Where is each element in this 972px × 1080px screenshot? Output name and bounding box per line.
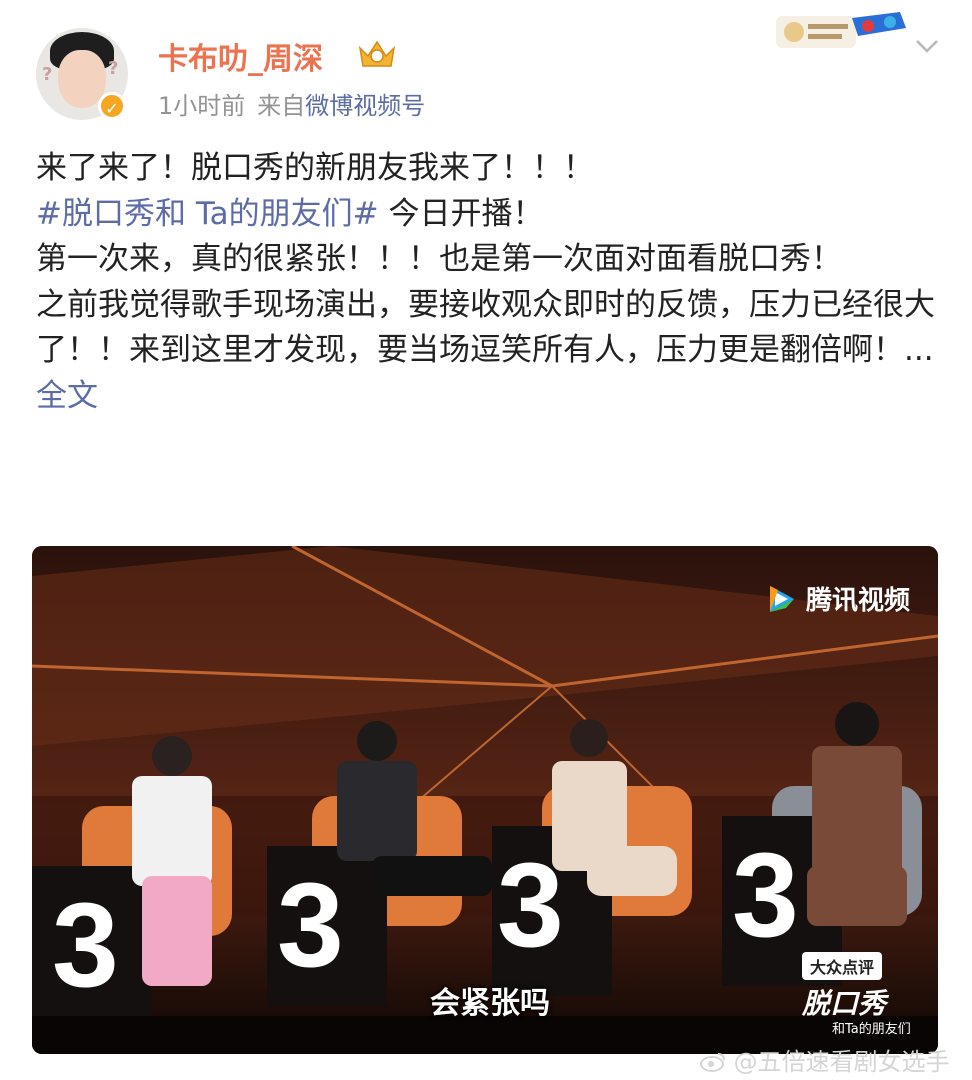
video-subtitle: 会紧张吗 bbox=[430, 986, 550, 1021]
post-line: 来了来了！脱口秀的新朋友我来了！！！ bbox=[36, 150, 594, 186]
video-thumbnail[interactable]: 3 3 3 3 腾讯视频 会紧张吗 大众点评 脱口秀 和Ta的朋友们 bbox=[32, 546, 938, 1054]
post-meta: 1小时前 来自微博视频号 bbox=[158, 86, 425, 121]
watermark: @五倍速看剧女选手 bbox=[700, 1042, 950, 1077]
full-text-link[interactable]: 全文 bbox=[36, 378, 98, 414]
svg-text:3: 3 bbox=[277, 858, 344, 992]
post-body: 来了来了！脱口秀的新朋友我来了！！！ #脱口秀和 Ta的朋友们# 今日开播！ 第… bbox=[36, 146, 936, 419]
post-time: 1小时前 bbox=[158, 92, 246, 120]
post-line: 之前我觉得歌手现场演出，要接收观众即时的反馈，压力已经很大了！！来到这里才发现，… bbox=[36, 286, 935, 414]
chevron-down-icon[interactable] bbox=[912, 36, 942, 56]
username[interactable]: 卡布叻_周深 bbox=[158, 34, 323, 78]
weibo-icon bbox=[700, 1053, 725, 1072]
tencent-video-icon bbox=[769, 585, 794, 612]
source-link[interactable]: 微博视频号 bbox=[305, 92, 425, 120]
show-subtitle: 和Ta的朋友们 bbox=[832, 1022, 911, 1037]
crown-badge-icon[interactable] bbox=[356, 36, 398, 70]
sponsor-badge: 大众点评 bbox=[802, 952, 883, 980]
decoration-badge-icon[interactable] bbox=[772, 8, 912, 52]
svg-text:3: 3 bbox=[52, 878, 119, 1012]
svg-text:3: 3 bbox=[732, 828, 799, 962]
hashtag-link[interactable]: #脱口秀和 Ta的朋友们# bbox=[36, 196, 379, 232]
post-header: ? ? ✓ 卡布叻_周深 1小时前 来自微博视频号 bbox=[0, 0, 972, 135]
platform-name: 腾讯视频 bbox=[805, 586, 910, 616]
source-prefix: 来自 bbox=[257, 92, 306, 120]
verified-icon: ✓ bbox=[98, 92, 126, 120]
post-line: 第一次来，真的很紧张！！！也是第一次面对面看脱口秀！ bbox=[36, 241, 842, 277]
post-line: #脱口秀和 Ta的朋友们# 今日开播！ bbox=[36, 195, 544, 232]
show-logo: 脱口秀 bbox=[802, 987, 887, 1020]
platform-logo: 腾讯视频 bbox=[766, 580, 910, 617]
